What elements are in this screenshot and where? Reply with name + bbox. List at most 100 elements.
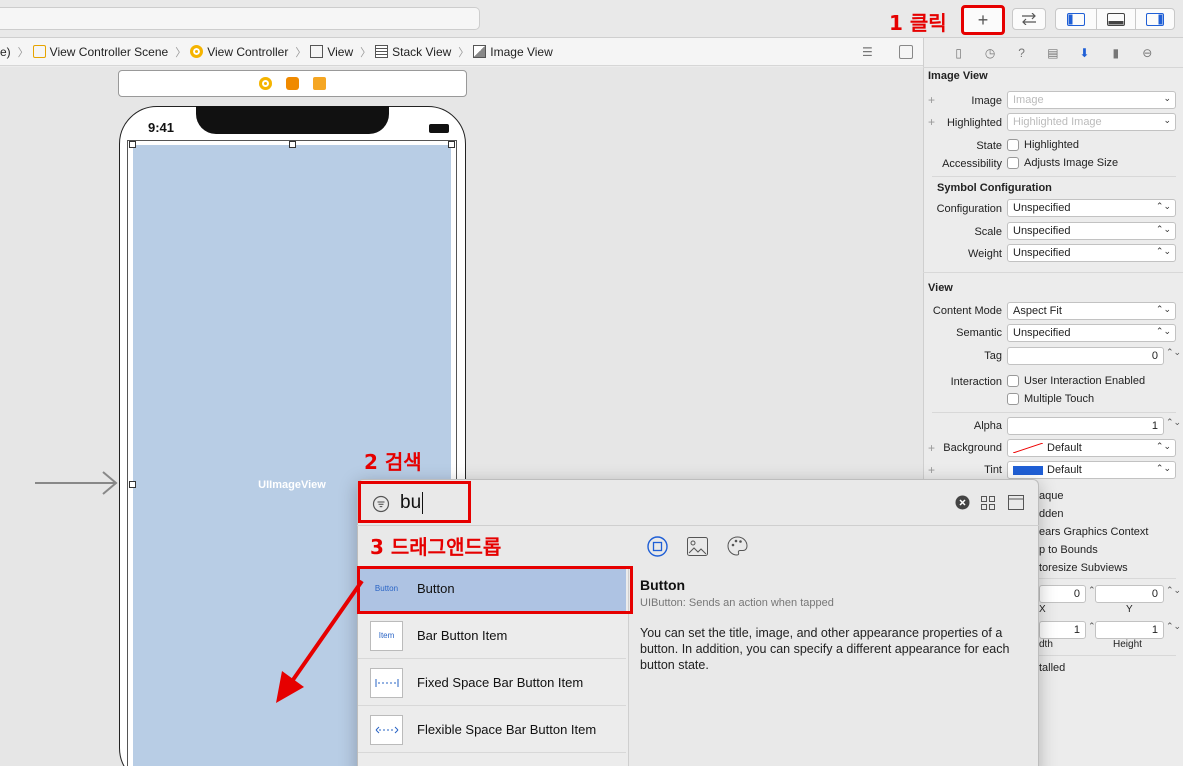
image-field[interactable]: Image ⌄ [1007, 91, 1176, 109]
list-item[interactable]: Flexible Space Bar Button Item [358, 707, 626, 753]
divider [923, 272, 1183, 273]
toggle-inspector-button[interactable] [1135, 8, 1175, 30]
y-stepper[interactable]: ⌃⌄ [1166, 585, 1181, 596]
jump-bar: e) 〉 View Controller Scene 〉 View Controll… [0, 38, 923, 66]
image-label: Image [971, 95, 1002, 107]
divider [1039, 578, 1176, 579]
drag-arrow-icon [276, 579, 364, 703]
lines-icon[interactable]: ☰ [862, 45, 873, 59]
tag-field[interactable]: 0 [1007, 347, 1164, 365]
annotation-step3: 3 드래그앤드롭 [370, 535, 502, 559]
objects-tab-icon[interactable] [647, 536, 668, 557]
resize-handle[interactable] [289, 141, 296, 148]
divider [932, 412, 1176, 413]
plus-icon: + [977, 9, 989, 30]
breadcrumb-item[interactable]: e) 〉 [0, 44, 29, 60]
x-field[interactable]: 0 [1039, 585, 1086, 603]
annotation-step1: 1 클릭 [889, 11, 947, 35]
scale-popup[interactable]: Unspecified ⌃⌄ [1007, 222, 1176, 240]
height-stepper[interactable]: ⌃⌄ [1166, 621, 1181, 632]
autoresize-option-label: toresize Subviews [1039, 562, 1128, 574]
highlighted-checkbox[interactable]: Highlighted [1007, 139, 1079, 151]
identity-inspector-icon[interactable]: ▤ [1046, 46, 1060, 60]
image-view-icon [473, 45, 487, 58]
semantic-label: Semantic [956, 327, 1002, 339]
button-highlight [357, 566, 633, 614]
highlighted-label: Highlighted [946, 117, 1002, 129]
filter-icon [372, 495, 390, 513]
alpha-field[interactable]: 1 [1007, 417, 1164, 435]
exit-icon[interactable] [313, 77, 326, 90]
height-label: Height [1113, 639, 1142, 650]
connections-inspector-icon[interactable]: ⊖ [1140, 46, 1154, 60]
tint-color-popup[interactable]: Default ⌃⌄ [1007, 461, 1176, 479]
user-interaction-checkbox[interactable]: User Interaction Enabled [1007, 375, 1145, 387]
resize-handle[interactable] [448, 141, 455, 148]
weight-popup[interactable]: Unspecified ⌃⌄ [1007, 244, 1176, 262]
alpha-label: Alpha [973, 420, 1002, 432]
configuration-label: Configuration [936, 203, 1002, 215]
state-label: State [976, 140, 1002, 152]
width-field[interactable]: 1 [1039, 621, 1086, 639]
detail-view-icon[interactable] [1008, 495, 1024, 510]
library-button[interactable]: + [961, 5, 1005, 35]
width-label: dth [1039, 639, 1053, 650]
first-responder-icon[interactable] [286, 77, 299, 90]
clear-search-icon[interactable] [955, 495, 970, 510]
media-tab-icon[interactable] [687, 537, 708, 556]
background-color-popup[interactable]: Default ⌃⌄ [1007, 439, 1176, 457]
library-search-input[interactable]: bu [400, 492, 424, 514]
inspector-tabs: ▯ ◷ ? ▤ ⬇ ▮ ⊖ [923, 38, 1183, 68]
hidden-option-label: dden [1039, 508, 1064, 520]
grid-view-icon[interactable] [981, 496, 995, 510]
y-field[interactable]: 0 [1095, 585, 1164, 603]
toggle-navigator-button[interactable] [1055, 8, 1097, 30]
breadcrumb-item[interactable]: View 〉 [310, 44, 371, 60]
help-inspector-icon[interactable]: ? [1015, 46, 1029, 60]
bottom-panel-icon [1107, 12, 1125, 26]
arrows-left-right-icon [1022, 13, 1036, 25]
detail-description: You can set the title, image, and other … [640, 626, 1010, 672]
clears-graphics-option-label: ears Graphics Context [1039, 526, 1149, 538]
configuration-popup[interactable]: Unspecified ⌃⌄ [1007, 199, 1176, 217]
list-item[interactable]: Item Bar Button Item [358, 613, 626, 659]
resize-handle[interactable] [129, 141, 136, 148]
tint-swatch-icon [1013, 465, 1043, 475]
activity-field[interactable] [0, 7, 480, 30]
scene-dock [118, 70, 467, 97]
semantic-popup[interactable]: Unspecified ⌃⌄ [1007, 324, 1176, 342]
breadcrumb-item[interactable]: View Controller 〉 [190, 44, 306, 60]
content-mode-popup[interactable]: Aspect Fit ⌃⌄ [1007, 302, 1176, 320]
detail-subtitle: UIButton: Sends an action when tapped [640, 597, 834, 609]
size-inspector-icon[interactable]: ▮ [1109, 46, 1123, 60]
attributes-inspector-icon[interactable]: ⬇ [1077, 46, 1091, 60]
scene-icon [32, 45, 46, 58]
divider [1039, 655, 1176, 656]
list-item[interactable]: Fixed Space Bar Button Item [358, 660, 626, 706]
colors-tab-icon[interactable] [727, 536, 748, 556]
history-inspector-icon[interactable]: ◷ [983, 46, 997, 60]
right-panel-icon [1146, 12, 1164, 26]
breadcrumb-item[interactable]: View Controller Scene 〉 [32, 44, 186, 60]
stack-view-icon [375, 45, 389, 58]
code-review-button[interactable] [1012, 8, 1046, 30]
interaction-label: Interaction [950, 376, 1002, 388]
file-inspector-icon[interactable]: ▯ [952, 46, 966, 60]
breadcrumb-item[interactable]: Image View [473, 45, 553, 59]
view-controller-icon[interactable] [259, 77, 272, 90]
clip-to-bounds-option-label: p to Bounds [1039, 544, 1098, 556]
adjusts-image-size-checkbox[interactable]: Adjusts Image Size [1007, 157, 1118, 169]
alpha-stepper[interactable]: ⌃⌄ [1166, 417, 1181, 428]
view-icon [310, 45, 324, 58]
multiple-touch-checkbox[interactable]: Multiple Touch [1007, 393, 1094, 405]
view-controller-icon [190, 45, 204, 58]
initial-vc-arrow-icon [35, 471, 118, 495]
height-field[interactable]: 1 [1095, 621, 1164, 639]
left-panel-icon [1067, 12, 1085, 26]
breadcrumb-item[interactable]: Stack View 〉 [375, 44, 469, 60]
divider [932, 176, 1176, 177]
toggle-debug-area-button[interactable] [1096, 8, 1136, 30]
add-editor-icon[interactable] [899, 45, 913, 59]
highlighted-image-field[interactable]: Highlighted Image ⌄ [1007, 113, 1176, 131]
tag-stepper[interactable]: ⌃⌄ [1166, 347, 1181, 358]
